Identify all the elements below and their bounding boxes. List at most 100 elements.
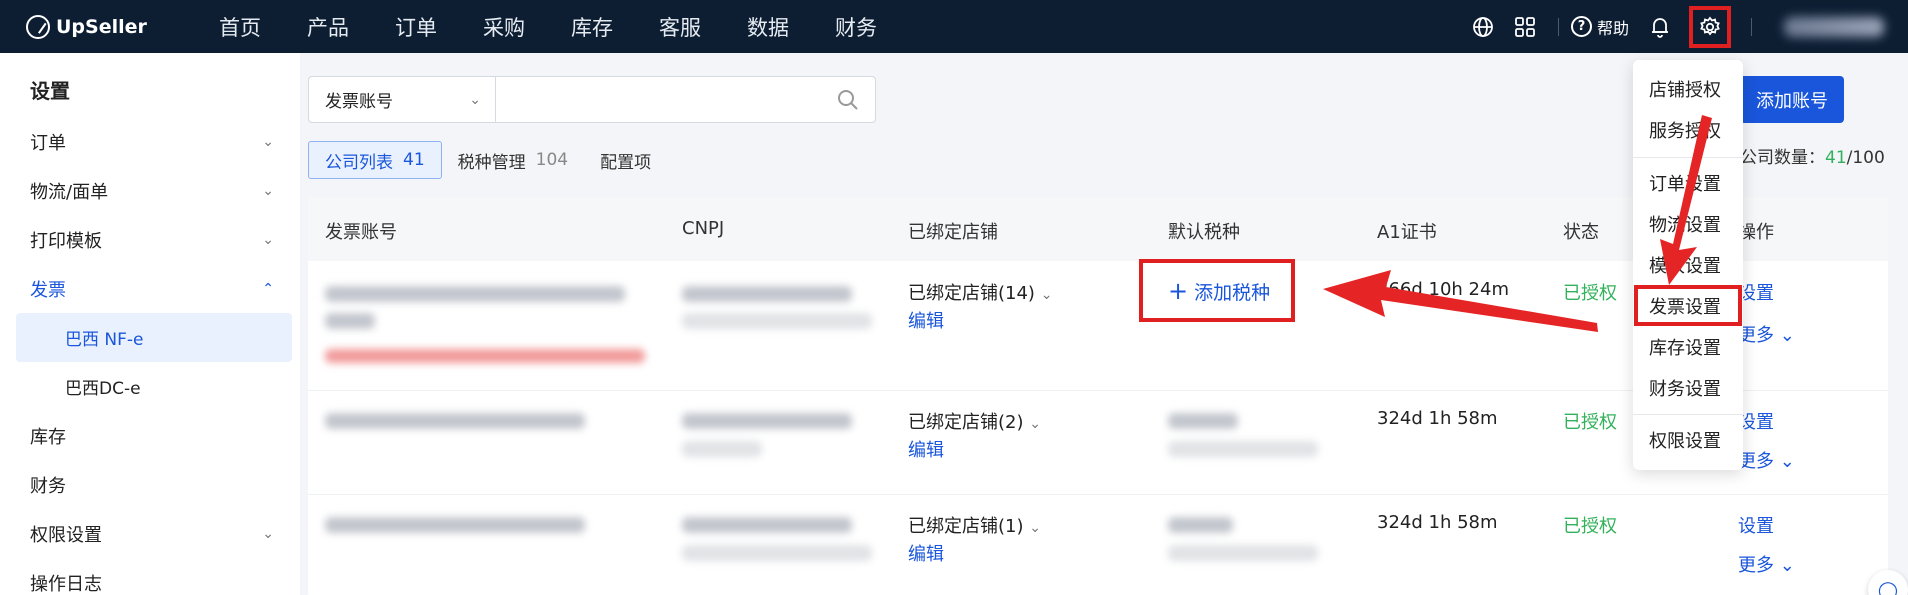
menu-inventory-settings[interactable]: 库存设置 — [1649, 334, 1721, 360]
status-badge: 已授权 — [1563, 516, 1617, 537]
bound-stores-dropdown[interactable]: 已绑定店铺(2) ⌄ — [908, 408, 1041, 434]
tab-tax-management[interactable]: 税种管理 104 — [442, 141, 584, 179]
account-warning-blurred — [325, 349, 645, 363]
menu-template-settings[interactable]: 模板设置 — [1649, 252, 1721, 278]
sidebar-item-permissions[interactable]: 权限设置 ⌄ — [0, 509, 300, 558]
edit-link[interactable]: 编辑 — [908, 540, 944, 566]
cnpj-sub-blurred — [682, 545, 872, 561]
col-status: 状态 — [1563, 222, 1599, 243]
edit-link[interactable]: 编辑 — [908, 436, 944, 462]
tab-count: 41 — [403, 150, 425, 170]
tab-company-list[interactable]: 公司列表 41 — [308, 141, 442, 179]
status-badge: 已授权 — [1563, 412, 1617, 433]
add-account-button[interactable]: 添加账号 — [1740, 76, 1844, 123]
menu-service-auth[interactable]: 服务授权 — [1649, 117, 1721, 143]
bound-stores-dropdown[interactable]: 已绑定店铺(1) ⌄ — [908, 512, 1041, 538]
search-input[interactable] — [496, 76, 876, 123]
more-dropdown[interactable]: 更多 ⌄ — [1738, 321, 1795, 347]
sidebar-item-operation-log[interactable]: 操作日志 — [0, 558, 300, 595]
bound-stores-dropdown[interactable]: 已绑定店铺(14) ⌄ — [908, 279, 1052, 305]
settings-link[interactable]: 设置 — [1738, 279, 1774, 305]
tab-config[interactable]: 配置项 — [584, 141, 667, 179]
col-bound-stores: 已绑定店铺 — [908, 222, 998, 243]
sidebar-item-label: 操作日志 — [30, 573, 102, 595]
nav-inventory[interactable]: 库存 — [571, 12, 613, 42]
settings-dropdown-menu: 店铺授权 服务授权 订单设置 物流设置 模板设置 发票设置 库存设置 财务设置 … — [1633, 60, 1743, 470]
table-row: 已绑定店铺(1) ⌄ 编辑 324d 1h 58m 已授权 设置 更多 ⌄ — [308, 495, 1888, 595]
menu-store-auth[interactable]: 店铺授权 — [1649, 76, 1721, 102]
nav-home[interactable]: 首页 — [219, 12, 261, 42]
sidebar-sub-brazil-nfe[interactable]: 巴西 NF-e — [16, 313, 292, 362]
col-default-tax: 默认税种 — [1168, 222, 1240, 243]
chevron-down-icon: ⌄ — [1040, 287, 1053, 303]
sidebar-item-print-templates[interactable]: 打印模板 ⌄ — [0, 215, 300, 264]
top-navbar: UpSeller 首页 产品 订单 采购 库存 客服 数据 财务 ? 帮助 — [0, 0, 1908, 53]
help-button[interactable]: ? 帮助 — [1570, 15, 1629, 39]
sidebar-item-finance[interactable]: 财务 — [0, 460, 300, 509]
nav-purchase[interactable]: 采购 — [483, 12, 525, 42]
account-name-blurred — [325, 313, 375, 329]
settings-sidebar: 设置 订单 ⌄ 物流/面单 ⌄ 打印模板 ⌄ 发票 ⌃ 巴西 NF-e 巴西DC… — [0, 53, 300, 595]
bell-icon[interactable] — [1646, 13, 1674, 41]
chevron-down-icon: ⌄ — [1029, 520, 1041, 536]
sidebar-item-logistics[interactable]: 物流/面单 ⌄ — [0, 166, 300, 215]
chevron-down-icon: ⌄ — [1779, 325, 1795, 346]
top-right-tools: ? 帮助 — [1462, 0, 1908, 53]
sidebar-item-inventory[interactable]: 库存 — [0, 411, 300, 460]
select-value: 发票账号 — [325, 92, 393, 112]
brand-name: UpSeller — [56, 15, 147, 38]
settings-gear-button[interactable] — [1689, 5, 1731, 48]
sidebar-item-invoice[interactable]: 发票 ⌃ — [0, 264, 300, 313]
settings-link[interactable]: 设置 — [1738, 512, 1774, 538]
menu-permission-settings[interactable]: 权限设置 — [1649, 427, 1721, 453]
chevron-down-icon: ⌄ — [1029, 416, 1041, 432]
settings-link[interactable]: 设置 — [1738, 408, 1774, 434]
more-dropdown[interactable]: 更多 ⌄ — [1738, 447, 1795, 473]
cert-remaining: 324d 1h 58m — [1377, 408, 1498, 429]
nav-customer-service[interactable]: 客服 — [659, 12, 701, 42]
tab-label: 税种管理 — [457, 152, 526, 173]
more-label: 更多 — [1738, 451, 1774, 472]
tax-blurred — [1168, 413, 1238, 429]
sidebar-item-label: 打印模板 — [30, 230, 102, 252]
cnpj-blurred — [682, 517, 852, 533]
cnpj-sub-blurred — [682, 313, 872, 329]
menu-finance-settings[interactable]: 财务设置 — [1649, 375, 1721, 401]
count-value: 41 — [1825, 148, 1847, 168]
sidebar-item-orders[interactable]: 订单 ⌄ — [0, 117, 300, 166]
stores-label: 已绑定店铺(1) — [908, 516, 1024, 537]
sidebar-item-label: 库存 — [30, 426, 66, 448]
more-dropdown[interactable]: 更多 ⌄ — [1738, 551, 1795, 577]
cnpj-blurred — [682, 413, 852, 429]
sidebar-item-label: 权限设置 — [30, 524, 102, 546]
help-icon: ? — [1570, 16, 1592, 37]
nav-products[interactable]: 产品 — [307, 12, 349, 42]
search-field-select[interactable]: 发票账号 ⌄ — [308, 76, 496, 123]
user-account-blurred[interactable] — [1784, 16, 1884, 37]
list-tabs: 公司列表 41 税种管理 104 配置项 — [308, 141, 667, 179]
nav-data[interactable]: 数据 — [747, 12, 789, 42]
sidebar-title: 设置 — [30, 79, 70, 103]
menu-order-settings[interactable]: 订单设置 — [1649, 170, 1721, 196]
cnpj-sub-blurred — [682, 441, 762, 457]
cert-remaining: 324d 1h 58m — [1377, 512, 1498, 533]
menu-logistics-settings[interactable]: 物流设置 — [1649, 211, 1721, 237]
highlight-invoice-settings — [1634, 285, 1742, 326]
tax-blurred — [1168, 517, 1233, 533]
col-cnpj: CNPJ — [682, 218, 725, 239]
nav-orders[interactable]: 订单 — [395, 12, 437, 42]
col-actions: 操作 — [1738, 222, 1774, 243]
sidebar-sub-brazil-dce[interactable]: 巴西DC-e — [16, 362, 292, 411]
upseller-logo[interactable]: UpSeller — [26, 14, 176, 39]
edit-link[interactable]: 编辑 — [908, 307, 944, 333]
chevron-down-icon: ⌄ — [1779, 555, 1795, 576]
apps-grid-icon[interactable] — [1511, 13, 1539, 41]
chevron-down-icon: ⌄ — [262, 182, 274, 199]
globe-icon[interactable] — [1469, 13, 1497, 41]
tab-label: 公司列表 — [325, 152, 393, 173]
nav-finance[interactable]: 财务 — [835, 12, 877, 42]
highlight-add-tax — [1139, 259, 1295, 322]
menu-divider — [1633, 157, 1743, 158]
more-label: 更多 — [1738, 325, 1774, 346]
search-bar: 发票账号 ⌄ — [308, 76, 876, 123]
